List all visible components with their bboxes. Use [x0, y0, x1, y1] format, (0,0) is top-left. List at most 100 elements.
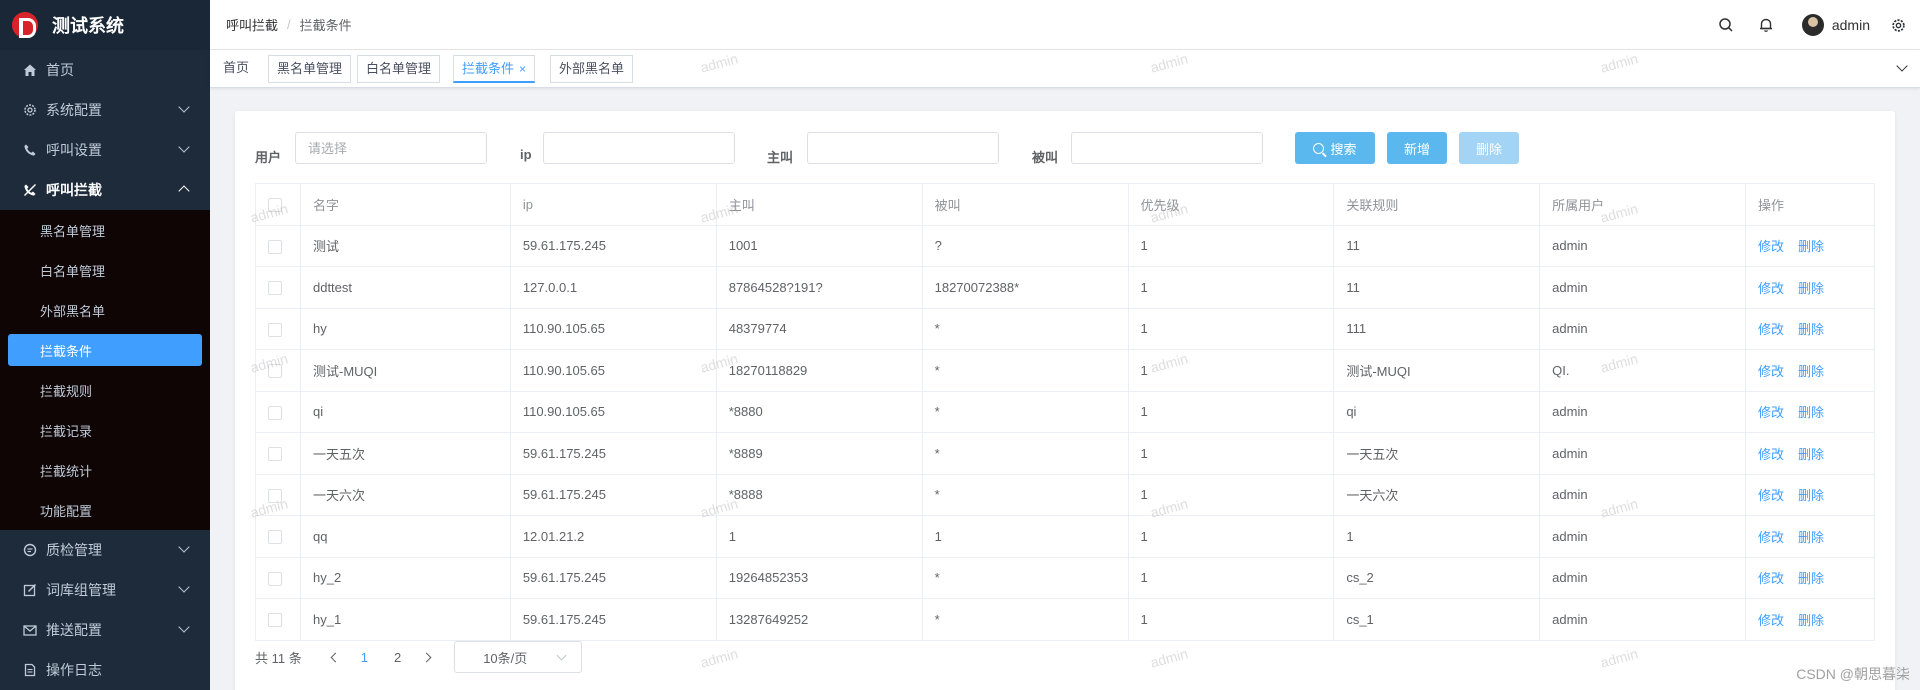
cell-owner: QI.	[1539, 349, 1747, 392]
table-row: 测试 59.61.175.245 1001? 1 11 admin 修改 删除	[255, 224, 1875, 267]
cell-callee: *	[921, 473, 1129, 516]
delete-link[interactable]: 删除	[1798, 447, 1824, 462]
edit-link[interactable]: 修改	[1758, 281, 1784, 296]
delete-link[interactable]: 删除	[1798, 571, 1824, 586]
delete-link[interactable]: 删除	[1798, 281, 1824, 296]
search-icon[interactable]	[1716, 15, 1736, 35]
row-select-cell	[255, 473, 301, 516]
delete-link[interactable]: 删除	[1798, 364, 1824, 379]
tag-whitelist[interactable]: 白名单管理	[357, 55, 441, 83]
sidebar-item-intercept-conditions[interactable]: 拦截条件	[8, 334, 202, 366]
row-checkbox[interactable]	[268, 613, 282, 628]
sidebar-item-blacklist[interactable]: 黑名单管理	[0, 210, 210, 250]
chevron-down-icon	[178, 541, 190, 553]
tag-intercept-conditions[interactable]: 拦截条件 ×	[453, 55, 536, 83]
row-checkbox[interactable]	[268, 239, 282, 254]
edit-link[interactable]: 修改	[1758, 364, 1784, 379]
row-checkbox[interactable]	[268, 488, 282, 503]
sidebar-item-operation-log[interactable]: 操作日志	[0, 650, 210, 690]
cell-name: qi	[299, 390, 511, 433]
add-button[interactable]: 新增	[1387, 132, 1447, 164]
row-select-cell	[255, 307, 301, 350]
row-checkbox[interactable]	[268, 281, 282, 296]
delete-button[interactable]: 删除	[1459, 132, 1519, 164]
cell-caller: *8888	[715, 473, 923, 516]
prev-page-icon[interactable]	[330, 652, 341, 662]
next-page-icon[interactable]	[421, 652, 432, 662]
sidebar-item-push-config[interactable]: 推送配置	[0, 610, 210, 650]
sidebar-item-intercept-rules[interactable]: 拦截规则	[0, 370, 210, 410]
avatar[interactable]	[1801, 14, 1824, 36]
chevron-down-icon[interactable]	[1896, 60, 1908, 72]
sidebar-item-system-config[interactable]: 系统配置	[0, 90, 210, 130]
row-checkbox[interactable]	[268, 322, 282, 337]
cell-rule: 11	[1333, 266, 1541, 309]
tag-external-blacklist[interactable]: 外部黑名单	[550, 55, 634, 83]
sidebar-item-intercept-stats[interactable]: 拦截统计	[0, 450, 210, 490]
user-select[interactable]	[295, 132, 487, 164]
tag-home[interactable]: 首页	[215, 55, 258, 83]
bell-icon[interactable]	[1756, 15, 1776, 35]
delete-link[interactable]: 删除	[1798, 488, 1824, 503]
tag-blacklist[interactable]: 黑名单管理	[268, 55, 352, 83]
top-header: 呼叫拦截 / 拦截条件 admin	[210, 0, 1920, 50]
delete-link[interactable]: 删除	[1798, 239, 1824, 254]
sidebar-item-feature-config[interactable]: 功能配置	[0, 490, 210, 530]
caller-input[interactable]	[807, 132, 999, 164]
logo-icon	[12, 12, 38, 38]
search-button[interactable]: 搜索	[1295, 132, 1375, 164]
sidebar-item-call-settings[interactable]: 呼叫设置	[0, 130, 210, 170]
column-header-callee: 被叫	[921, 183, 1129, 226]
close-icon[interactable]: ×	[519, 62, 526, 76]
sidebar-item-call-intercept[interactable]: 呼叫拦截	[0, 170, 210, 210]
cell-owner: admin	[1539, 307, 1747, 350]
callee-input[interactable]	[1071, 132, 1263, 164]
edit-link[interactable]: 修改	[1758, 488, 1784, 503]
app-logo[interactable]: 测试系统	[0, 0, 210, 50]
cell-rule: cs_2	[1333, 556, 1541, 599]
sidebar-item-whitelist[interactable]: 白名单管理	[0, 250, 210, 290]
edit-link[interactable]: 修改	[1758, 322, 1784, 337]
cell-name: hy	[299, 307, 511, 350]
delete-link[interactable]: 删除	[1798, 405, 1824, 420]
row-select-cell	[255, 224, 301, 267]
row-checkbox[interactable]	[268, 364, 282, 379]
edit-link[interactable]: 修改	[1758, 405, 1784, 420]
row-checkbox[interactable]	[268, 405, 282, 420]
row-select-cell	[255, 349, 301, 392]
cell-callee: *	[921, 390, 1129, 433]
edit-link[interactable]: 修改	[1758, 613, 1784, 628]
tag-label: 首页	[223, 60, 250, 75]
sidebar-item-quality[interactable]: 质检管理	[0, 530, 210, 570]
row-checkbox[interactable]	[268, 530, 282, 545]
page-size-select[interactable]: 10条/页	[454, 641, 583, 673]
delete-link[interactable]: 删除	[1798, 613, 1824, 628]
edit-link[interactable]: 修改	[1758, 571, 1784, 586]
delete-link[interactable]: 删除	[1798, 322, 1824, 337]
sidebar-item-label: 推送配置	[46, 622, 102, 638]
sidebar-item-external-blacklist[interactable]: 外部黑名单	[0, 290, 210, 330]
edit-link[interactable]: 修改	[1758, 239, 1784, 254]
page-number-2[interactable]: 2	[394, 650, 401, 665]
username[interactable]: admin	[1832, 17, 1870, 33]
row-checkbox[interactable]	[268, 447, 282, 462]
sidebar-item-label: 质检管理	[46, 542, 102, 558]
page-number-1[interactable]: 1	[361, 650, 368, 665]
cell-rule: 一天六次	[1333, 473, 1541, 516]
select-all-checkbox[interactable]	[268, 198, 282, 213]
gear-icon[interactable]	[1888, 15, 1908, 35]
delete-link[interactable]: 删除	[1798, 530, 1824, 545]
tag-label: 白名单管理	[366, 61, 432, 76]
cell-caller: 18270118829	[715, 349, 923, 392]
row-checkbox[interactable]	[268, 571, 282, 586]
sidebar-item-home[interactable]: 首页	[0, 50, 210, 90]
edit-link[interactable]: 修改	[1758, 447, 1784, 462]
ip-input[interactable]	[543, 132, 735, 164]
sidebar-item-intercept-records[interactable]: 拦截记录	[0, 410, 210, 450]
column-header-actions: 操作	[1745, 183, 1875, 226]
sidebar-item-lexicon[interactable]: 词库组管理	[0, 570, 210, 610]
cell-name: hy_2	[299, 556, 511, 599]
edit-link[interactable]: 修改	[1758, 530, 1784, 545]
tags-view: 首页 黑名单管理 白名单管理 拦截条件 × 外部黑名单	[210, 50, 1920, 88]
breadcrumb-item[interactable]: 呼叫拦截	[226, 15, 278, 34]
